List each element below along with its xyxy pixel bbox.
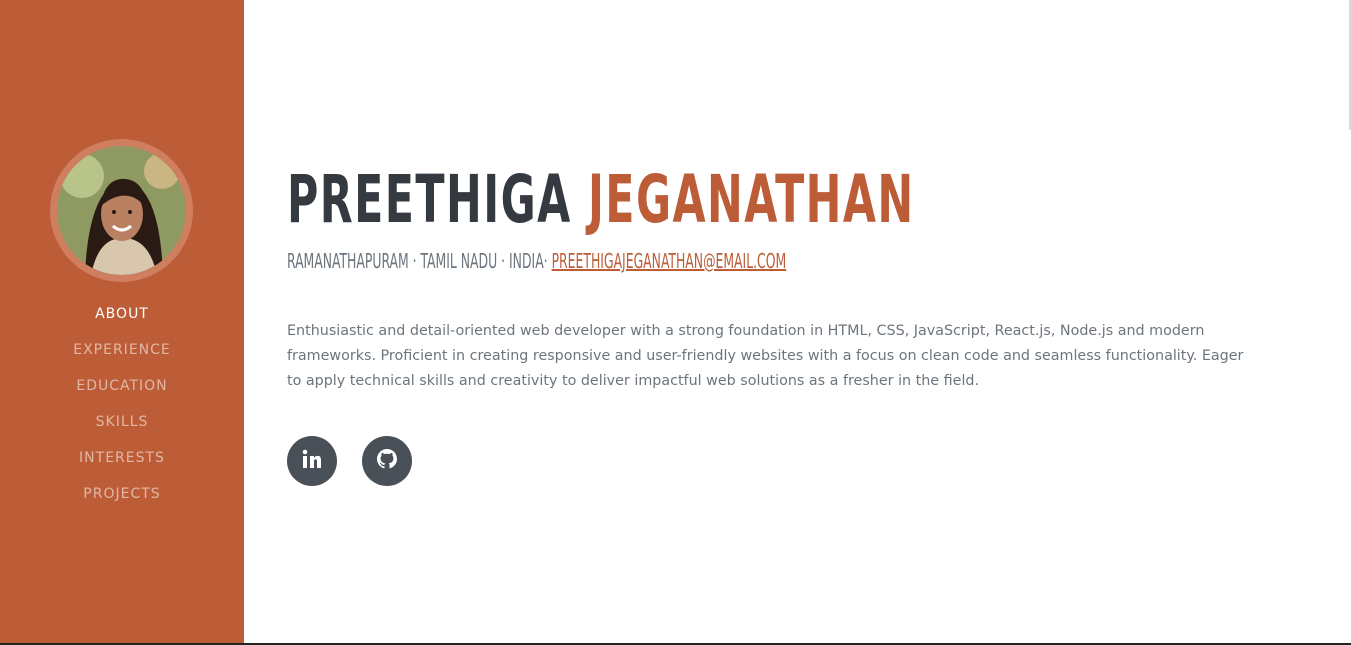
location-text: RAMANATHAPURAM · TAMIL NADU · INDIA·	[287, 249, 548, 273]
github-button[interactable]	[362, 436, 412, 486]
bio-text: Enthusiastic and detail-oriented web dev…	[287, 323, 1244, 389]
avatar-frame	[50, 139, 193, 282]
avatar	[57, 146, 186, 275]
nav-item-interests[interactable]: INTERESTS	[0, 446, 244, 482]
linkedin-icon	[302, 449, 322, 473]
nav-item-about[interactable]: ABOUT	[0, 302, 244, 338]
page-title: PREETHIGA JEGANATHAN	[287, 160, 915, 240]
social-links	[287, 436, 437, 486]
last-name: JEGANATHAN	[587, 161, 915, 238]
github-icon	[376, 448, 398, 474]
contact-line: RAMANATHAPURAM · TAMIL NADU · INDIA· PRE…	[287, 248, 786, 274]
nav-item-experience[interactable]: EXPERIENCE	[0, 338, 244, 374]
sidebar: ABOUT EXPERIENCE EDUCATION SKILLS INTERE…	[0, 0, 244, 643]
sidebar-nav: ABOUT EXPERIENCE EDUCATION SKILLS INTERE…	[0, 302, 244, 518]
first-name: PREETHIGA	[287, 161, 572, 238]
nav-item-projects[interactable]: PROJECTS	[0, 482, 244, 518]
email-link[interactable]: PREETHIGAJEGANATHAN@EMAIL.COM	[552, 249, 787, 273]
nav-item-education[interactable]: EDUCATION	[0, 374, 244, 410]
nav-item-skills[interactable]: SKILLS	[0, 410, 244, 446]
linkedin-button[interactable]	[287, 436, 337, 486]
